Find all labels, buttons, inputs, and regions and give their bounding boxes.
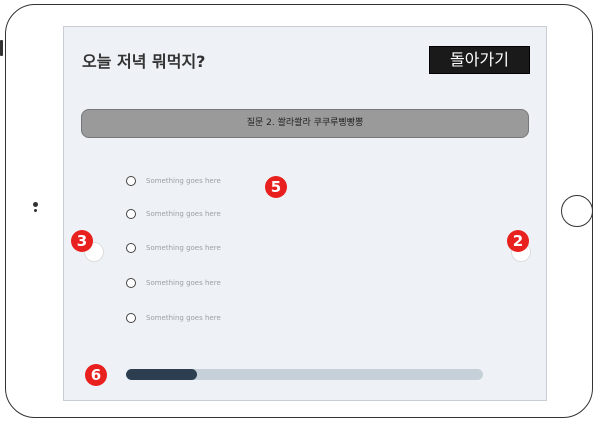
progress-fill bbox=[126, 369, 198, 380]
annotation-marker-2: 2 bbox=[507, 230, 529, 252]
radio-circle-icon[interactable] bbox=[126, 313, 136, 323]
annotation-marker-5: 5 bbox=[265, 176, 287, 198]
option-label: Something goes here bbox=[146, 210, 221, 218]
page-title: 오늘 저녁 뭐먹지? bbox=[82, 52, 206, 71]
option-3[interactable]: Something goes here bbox=[126, 241, 221, 255]
annotation-marker-6: 6 bbox=[85, 364, 107, 386]
option-label: Something goes here bbox=[146, 244, 221, 252]
question-bar: 질문 2. 쏼라쏼라 쿠쿠루삥빵뽕 bbox=[81, 109, 529, 138]
camera-dot bbox=[33, 202, 38, 207]
option-label: Something goes here bbox=[146, 177, 221, 185]
option-1[interactable]: Something goes here bbox=[126, 174, 221, 188]
radio-circle-icon[interactable] bbox=[126, 176, 136, 186]
option-5[interactable]: Something goes here bbox=[126, 311, 221, 325]
option-4[interactable]: Something goes here bbox=[126, 276, 221, 290]
option-label: Something goes here bbox=[146, 279, 221, 287]
radio-circle-icon[interactable] bbox=[126, 278, 136, 288]
progress-bar bbox=[126, 369, 483, 380]
power-button bbox=[0, 40, 3, 56]
option-label: Something goes here bbox=[146, 314, 221, 322]
option-2[interactable]: Something goes here bbox=[126, 207, 221, 221]
radio-circle-icon[interactable] bbox=[126, 243, 136, 253]
annotation-marker-3: 3 bbox=[71, 230, 93, 252]
sensor-dot bbox=[34, 209, 37, 212]
back-button[interactable]: 돌아가기 bbox=[429, 46, 530, 74]
home-button[interactable] bbox=[561, 195, 593, 227]
radio-circle-icon[interactable] bbox=[126, 209, 136, 219]
